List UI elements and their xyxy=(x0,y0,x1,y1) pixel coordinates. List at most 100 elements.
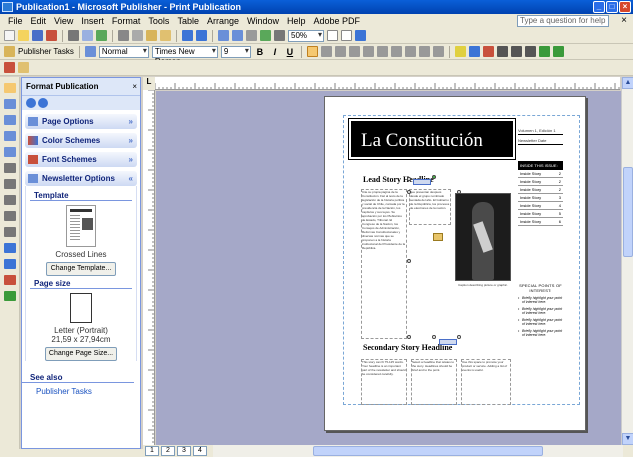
photo-caption[interactable]: Caption describing picture or graphic. xyxy=(453,283,513,287)
send-back-icon[interactable] xyxy=(232,30,243,41)
menu-tools[interactable]: Tools xyxy=(144,16,173,26)
vertical-scroll-thumb[interactable] xyxy=(623,167,633,257)
vertical-scrollbar[interactable]: ▲ ▼ xyxy=(621,77,633,445)
menu-window[interactable]: Window xyxy=(243,16,283,26)
redo-icon[interactable] xyxy=(196,30,207,41)
clipboard-icon[interactable] xyxy=(433,233,443,241)
back-arrow-icon[interactable] xyxy=(26,98,36,108)
special-chars-icon[interactable] xyxy=(274,30,285,41)
text-box-link-icon[interactable] xyxy=(4,62,15,73)
chevron-down-icon[interactable]: » xyxy=(129,155,133,164)
shadow-icon[interactable] xyxy=(538,46,550,57)
underline-button[interactable]: U xyxy=(284,46,296,58)
menu-format[interactable]: Format xyxy=(108,16,145,26)
horizontal-scroll-thumb[interactable] xyxy=(313,446,543,456)
publisher-tasks-icon[interactable] xyxy=(4,46,15,57)
hot-spot-icon[interactable] xyxy=(3,243,16,253)
font-size-combo[interactable]: 9 xyxy=(220,45,251,58)
styles-icon[interactable] xyxy=(84,46,96,57)
masthead-info[interactable]: Volumen 1, Edición 1 Newsletter Date xyxy=(518,125,563,145)
selection-handle[interactable] xyxy=(407,177,411,181)
columns-icon[interactable] xyxy=(260,30,271,41)
page-tab-4[interactable]: 4 xyxy=(193,446,207,456)
publisher-tasks-link[interactable]: Publisher Tasks xyxy=(22,387,140,396)
selection-handle[interactable] xyxy=(407,259,411,263)
save-icon[interactable] xyxy=(32,30,43,41)
html-fragment-icon[interactable] xyxy=(3,275,16,285)
publisher-tasks-button[interactable]: Publisher Tasks xyxy=(18,47,74,56)
select-objects-icon[interactable] xyxy=(3,83,16,93)
increase-indent-icon[interactable] xyxy=(418,46,430,57)
template-thumbnail[interactable] xyxy=(66,205,96,247)
color-schemes-section[interactable]: Color Schemes » xyxy=(25,133,137,148)
change-page-size-button[interactable]: Change Page Size... xyxy=(45,347,117,361)
page-options-section[interactable]: Page Options » xyxy=(25,114,137,129)
arrow-style-icon[interactable] xyxy=(524,46,536,57)
page-tab-2[interactable]: 2 xyxy=(161,446,175,456)
inside-this-issue[interactable]: INSIDE THIS ISSUE: Inside Story 2 Inside … xyxy=(518,161,563,226)
chevron-down-icon[interactable]: » xyxy=(129,136,133,145)
form-control-icon[interactable] xyxy=(3,259,16,269)
text-overflow-indicator[interactable] xyxy=(439,339,457,345)
help-search-input[interactable]: Type a question for help xyxy=(517,15,609,27)
secondary-story-column-2[interactable]: Select a headline that relates to the st… xyxy=(411,359,457,405)
task-pane-title[interactable]: Format Publication xyxy=(26,82,98,91)
menu-view[interactable]: View xyxy=(50,16,77,26)
text-overflow-indicator[interactable] xyxy=(413,179,431,185)
line-tool-icon[interactable] xyxy=(3,163,16,173)
task-pane-close-icon[interactable]: × xyxy=(132,82,137,91)
decrease-indent-icon[interactable] xyxy=(404,46,416,57)
publication-page[interactable]: La Constitución Volumen 1, Edición 1 New… xyxy=(324,96,586,431)
menu-file[interactable]: File xyxy=(4,16,27,26)
zoom-combo[interactable]: 50% xyxy=(288,29,324,42)
menu-help[interactable]: Help xyxy=(283,16,310,26)
3d-icon[interactable] xyxy=(552,46,564,57)
rectangle-tool-icon[interactable] xyxy=(3,211,16,221)
horizontal-scrollbar[interactable] xyxy=(213,445,623,457)
selection-handle[interactable] xyxy=(457,190,461,194)
font-size-up-icon[interactable] xyxy=(432,46,444,57)
italic-button[interactable]: I xyxy=(269,46,281,58)
secondary-story-column-1[interactable]: This story can fit 75-125 words. Your he… xyxy=(361,359,407,405)
undo-icon[interactable] xyxy=(182,30,193,41)
fill-color-icon[interactable] xyxy=(454,46,466,57)
design-gallery-tool-icon[interactable] xyxy=(3,291,16,301)
align-right-icon[interactable] xyxy=(334,46,346,57)
font-combo[interactable]: Times New Roman xyxy=(151,45,218,66)
special-points[interactable]: SPECIAL POINTS OF INTEREST: Briefly high… xyxy=(518,283,563,337)
selection-handle[interactable] xyxy=(457,335,461,339)
justify-icon[interactable] xyxy=(348,46,360,57)
spelling-icon[interactable] xyxy=(96,30,107,41)
publisher-app-icon[interactable] xyxy=(2,2,13,12)
bold-button[interactable]: B xyxy=(254,46,266,58)
zoom-in-icon[interactable] xyxy=(341,30,352,41)
cut-icon[interactable] xyxy=(118,30,129,41)
workspace-canvas[interactable]: La Constitución Volumen 1, Edición 1 New… xyxy=(156,91,621,445)
close-button[interactable]: × xyxy=(619,1,631,13)
format-painter-icon[interactable] xyxy=(160,30,171,41)
picture-frame-icon[interactable] xyxy=(3,147,16,157)
menu-arrange[interactable]: Arrange xyxy=(203,16,243,26)
hyperlink-icon[interactable] xyxy=(246,30,257,41)
line-color-icon[interactable] xyxy=(468,46,480,57)
bullets-icon[interactable] xyxy=(390,46,402,57)
copy-icon[interactable] xyxy=(132,30,143,41)
bring-front-icon[interactable] xyxy=(218,30,229,41)
ruler-origin[interactable]: L xyxy=(143,77,155,90)
align-center-icon[interactable] xyxy=(320,46,332,57)
minimize-button[interactable]: _ xyxy=(593,1,605,13)
selection-handle[interactable] xyxy=(407,335,411,339)
maximize-button[interactable]: □ xyxy=(606,1,618,13)
text-box-tool-icon[interactable] xyxy=(3,99,16,109)
page-tab-3[interactable]: 3 xyxy=(177,446,191,456)
paste-icon[interactable] xyxy=(146,30,157,41)
font-color-icon[interactable] xyxy=(482,46,494,57)
vertical-ruler[interactable] xyxy=(143,90,155,445)
lead-story-column-2[interactable]: que presentan después desde el grupo nom… xyxy=(409,189,451,225)
close-document-icon[interactable]: × xyxy=(621,15,627,26)
menu-table[interactable]: Table xyxy=(173,16,203,26)
line-style-icon[interactable] xyxy=(496,46,508,57)
menu-adobe-pdf[interactable]: Adobe PDF xyxy=(310,16,365,26)
help-icon[interactable] xyxy=(355,30,366,41)
arrow-tool-icon[interactable] xyxy=(3,179,16,189)
